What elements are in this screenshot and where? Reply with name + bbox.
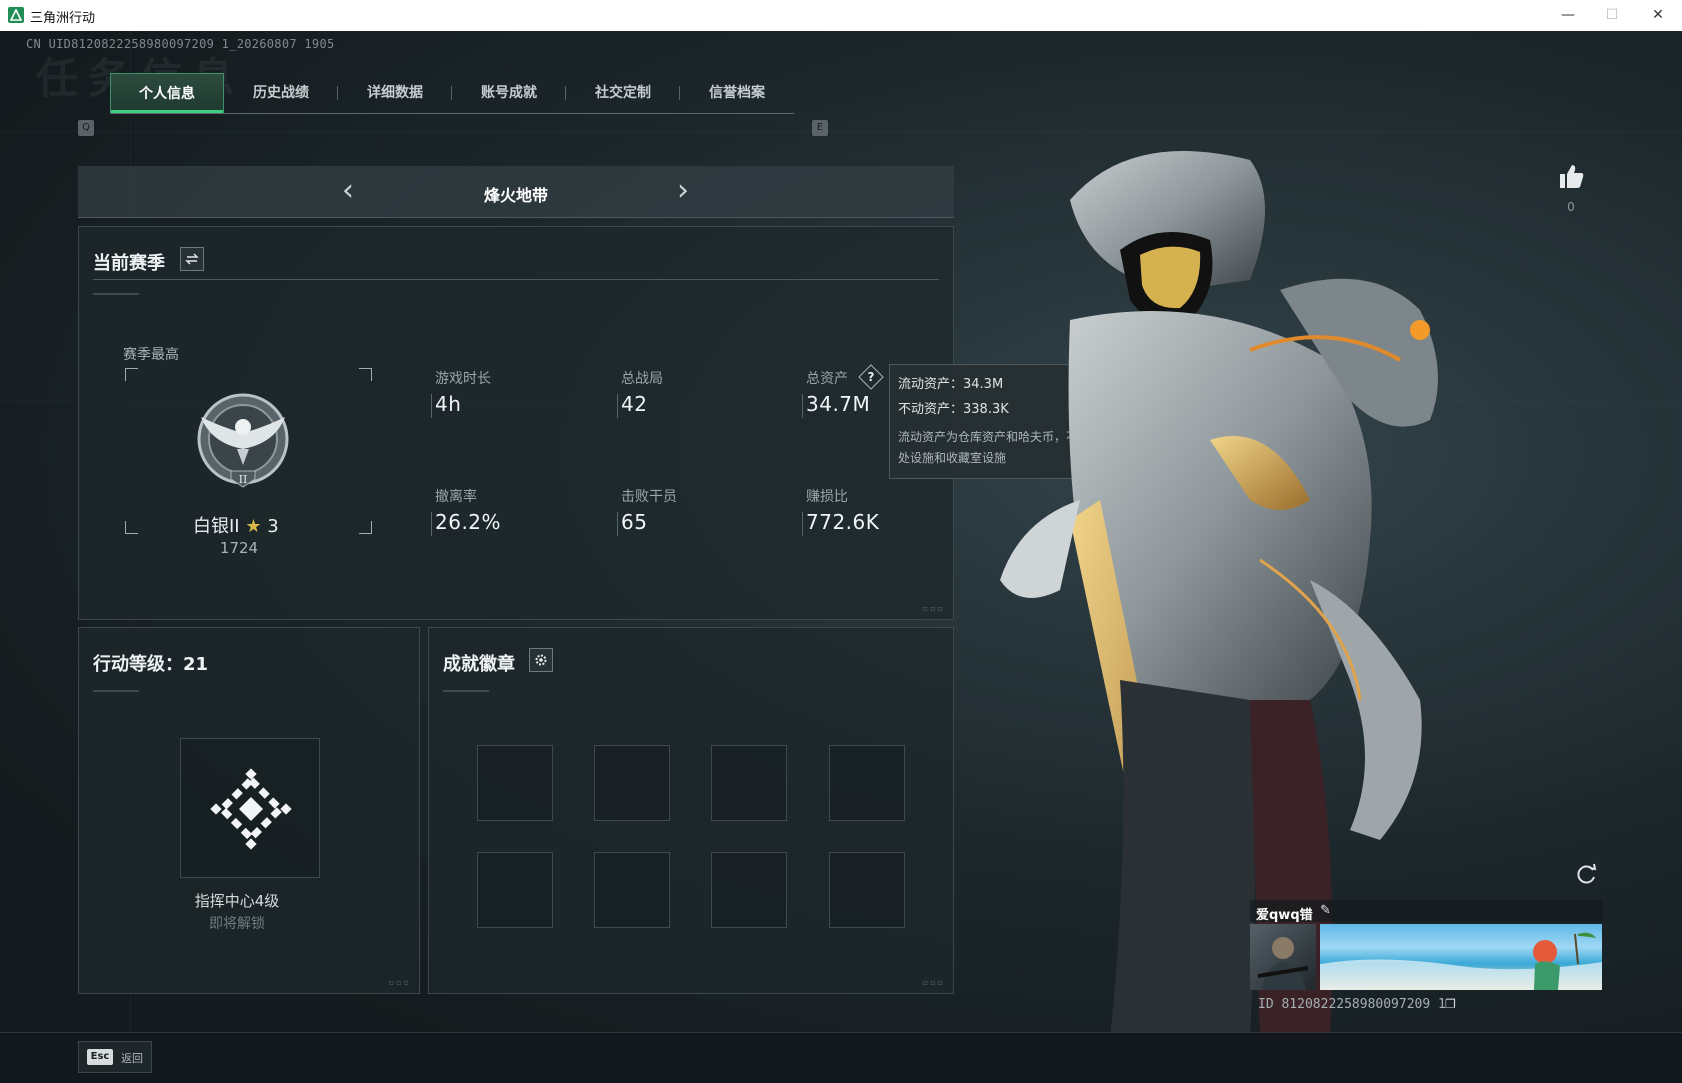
tab-account-achievements[interactable]: 账号成就	[452, 73, 566, 113]
stat-value: 772.6K	[806, 510, 880, 534]
profile-banner-image	[1320, 924, 1602, 990]
stat-label: 游戏时长	[435, 371, 491, 387]
stat-total-matches: 总战局 42	[617, 368, 771, 418]
stat-value: 42	[621, 392, 648, 416]
action-level-title: 行动等级：21	[93, 654, 209, 675]
season-switch-button[interactable]	[180, 247, 204, 271]
rank-tier: 白银II	[193, 516, 240, 537]
tab-personal-info[interactable]: 个人信息	[110, 73, 224, 113]
like-count: 0	[1567, 200, 1575, 214]
season-title: 当前赛季	[93, 253, 165, 274]
back-label: 返回	[121, 1052, 143, 1065]
bottom-bar	[0, 1032, 1682, 1083]
tab-row: 个人信息 历史战绩 详细数据 账号成就 社交定制 信誉档案	[110, 73, 794, 114]
rank-emblem-icon: II	[197, 393, 289, 488]
tab-social-custom[interactable]: 社交定制	[566, 73, 680, 113]
back-button[interactable]: Esc 返回	[78, 1041, 152, 1073]
badge-slot[interactable]	[829, 745, 905, 821]
level-icon-frame	[180, 738, 320, 878]
e-key-hint: E	[812, 120, 828, 136]
badge-slot[interactable]	[594, 852, 670, 928]
close-button[interactable]: ✕	[1636, 0, 1680, 31]
stat-label: 赚损比	[806, 489, 848, 505]
stat-label: 撤离率	[435, 489, 477, 505]
app-icon	[8, 7, 24, 23]
stat-label: 总战局	[621, 371, 663, 387]
avatar	[1250, 924, 1316, 990]
uid-label: CN UID8120822258980097209 1_20260807 190…	[26, 37, 335, 51]
svg-text:II: II	[239, 473, 248, 486]
level-lock-status: 即将解锁	[209, 916, 265, 932]
stat-label: 击败干员	[621, 489, 677, 505]
mode-selector: ‹ 烽火地带 ›	[78, 166, 954, 218]
tab-label: 历史战绩	[253, 85, 309, 101]
window-titlebar: 三角洲行动 — ☐ ✕	[0, 0, 1682, 32]
stat-value: 26.2%	[435, 510, 502, 534]
mode-next-button[interactable]: ›	[668, 176, 698, 206]
command-center-icon	[210, 768, 292, 850]
rank-stars: 3	[267, 516, 279, 537]
tab-label: 账号成就	[481, 85, 537, 101]
season-panel: 当前赛季 赛季最高 II 白银II ★ 3 1724 游戏时长 4h 总战局 4…	[78, 226, 954, 620]
stat-extract-rate: 撤离率 26.2%	[431, 486, 585, 536]
badge-slot[interactable]	[477, 852, 553, 928]
copy-icon[interactable]: ❐	[1445, 997, 1456, 1011]
stat-value: 65	[621, 510, 648, 534]
profile-id: ID 8120822258980097209 1	[1258, 997, 1446, 1012]
tab-bar: Q 个人信息 历史战绩 详细数据 账号成就 社交定制 信誉档案 E	[70, 73, 840, 136]
q-key-hint: Q	[78, 120, 94, 136]
swap-icon	[185, 253, 199, 265]
esc-key-hint: Esc	[87, 1049, 113, 1065]
tab-detailed-data[interactable]: 详细数据	[338, 73, 452, 113]
season-best-label: 赛季最高	[123, 347, 179, 363]
badge-slot[interactable]	[711, 745, 787, 821]
badges-title: 成就徽章	[443, 654, 515, 675]
tab-label: 个人信息	[139, 86, 195, 102]
gear-icon	[535, 654, 547, 666]
maximize-button[interactable]: ☐	[1590, 0, 1634, 31]
stat-play-time: 游戏时长 4h	[431, 368, 585, 418]
level-name: 指挥中心4级	[194, 892, 280, 910]
star-icon: ★	[245, 516, 262, 537]
window-title: 三角洲行动	[30, 11, 96, 26]
action-level-panel: 行动等级：21 指挥中心4级 即将解锁 ▫▫▫	[78, 627, 420, 994]
rank-name: 白银II ★ 3	[193, 512, 279, 538]
profile-card[interactable]: 爱qwq错 ✎ ID 8120822258980097209 1 ❐	[1250, 900, 1602, 1020]
tab-label: 社交定制	[595, 85, 651, 101]
edit-name-icon[interactable]: ✎	[1320, 903, 1331, 918]
tab-credit-record[interactable]: 信誉档案	[680, 73, 794, 113]
mode-name: 烽火地带	[483, 186, 548, 205]
badge-slot[interactable]	[594, 745, 670, 821]
refresh-icon[interactable]	[1573, 861, 1599, 887]
tab-label: 信誉档案	[709, 85, 765, 101]
thumbs-up-icon[interactable]	[1557, 162, 1585, 190]
stat-value: 4h	[435, 392, 462, 416]
badge-slot[interactable]	[711, 852, 787, 928]
badge-slot[interactable]	[477, 745, 553, 821]
badge-slot[interactable]	[829, 852, 905, 928]
minimize-button[interactable]: —	[1546, 0, 1590, 31]
tab-history[interactable]: 历史战绩	[224, 73, 338, 113]
tab-label: 详细数据	[367, 85, 423, 101]
badges-panel: 成就徽章 ▫▫▫	[428, 627, 954, 994]
stat-profit-loss: 赚损比 772.6K	[802, 486, 956, 536]
rank-score: 1724	[219, 539, 259, 557]
profile-name: 爱qwq错	[1256, 908, 1313, 923]
badges-settings-button[interactable]	[529, 648, 553, 672]
stat-kills: 击败干员 65	[617, 486, 771, 536]
